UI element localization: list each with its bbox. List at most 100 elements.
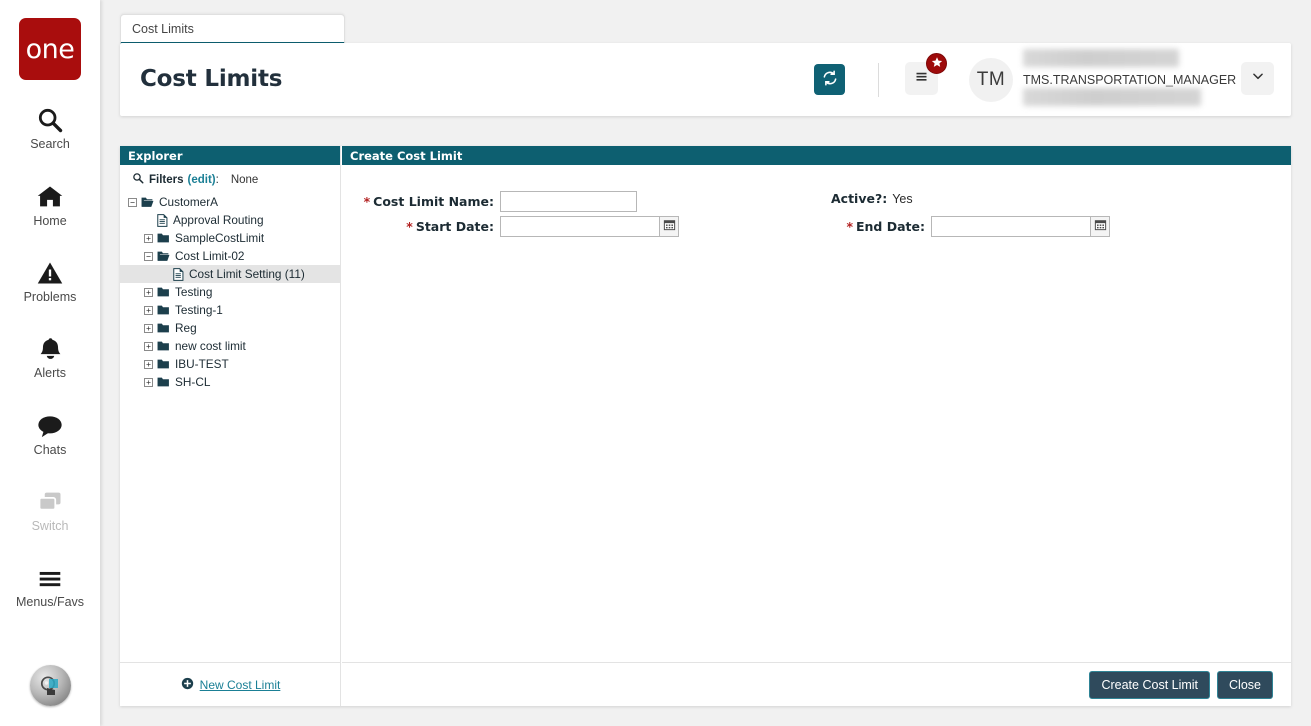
redacted-bar-bottom xyxy=(1023,88,1201,106)
sidebar-item-label: Alerts xyxy=(34,366,66,380)
tree-item-label: Testing-1 xyxy=(175,303,223,317)
search-icon xyxy=(132,172,144,187)
tree-item[interactable]: − Cost Limit-02 xyxy=(120,247,340,265)
warning-icon xyxy=(35,253,65,287)
tree-item[interactable]: + IBU-TEST xyxy=(120,355,340,373)
plus-circle-icon xyxy=(181,677,194,693)
tree-item-label: SH-CL xyxy=(175,375,211,389)
tree-item-label: new cost limit xyxy=(175,339,246,353)
tree-item[interactable]: + SampleCostLimit xyxy=(120,229,340,247)
active-label: Active?: xyxy=(831,191,888,206)
assistant-orb-icon[interactable] xyxy=(30,665,71,706)
tree-expand-toggle[interactable]: + xyxy=(144,287,153,297)
content-area: Explorer Filters (edit) : None − Customer… xyxy=(120,146,1291,706)
tree-expand-toggle[interactable]: + xyxy=(144,377,153,387)
document-icon xyxy=(157,213,168,227)
close-button[interactable]: Close xyxy=(1217,670,1273,699)
chat-icon xyxy=(35,406,65,440)
page-title: Cost Limits xyxy=(140,66,283,92)
end-date-label: * End Date: xyxy=(831,219,925,234)
star-icon xyxy=(931,55,943,73)
folder-icon xyxy=(157,286,170,298)
tree-item[interactable]: + Reg xyxy=(120,319,340,337)
application-root: one Search Home Problems Alerts Chats Sw… xyxy=(0,0,1311,726)
calendar-icon xyxy=(1094,218,1107,236)
filters-label: Filters xyxy=(149,173,184,186)
tree-item-label: IBU-TEST xyxy=(175,357,229,371)
active-value: Yes xyxy=(892,191,913,206)
start-date-input[interactable] xyxy=(500,216,660,237)
cost-limit-name-label: * Cost Limit Name: xyxy=(342,194,494,209)
hamburger-icon xyxy=(913,69,930,89)
left-sidebar: one Search Home Problems Alerts Chats Sw… xyxy=(0,0,100,726)
start-date-calendar-button[interactable] xyxy=(660,216,679,237)
tree-item-label: Reg xyxy=(175,321,197,335)
home-icon xyxy=(35,177,65,211)
field-row-active: Active?: Yes xyxy=(831,191,913,206)
sidebar-item-label: Chats xyxy=(33,443,67,457)
folder-icon xyxy=(157,322,170,334)
sidebar-item-switch[interactable]: Switch xyxy=(0,482,100,533)
field-row-cost-limit-name: * Cost Limit Name: xyxy=(342,191,637,212)
end-date-input[interactable] xyxy=(931,216,1091,237)
cost-limit-name-input[interactable] xyxy=(500,191,637,212)
page-header: Cost Limits TM TMS.TRANSPORTATION_MANAGE… xyxy=(120,43,1291,116)
user-menu-dropdown-button[interactable] xyxy=(1241,62,1274,95)
folder-icon xyxy=(157,232,170,244)
end-date-calendar-button[interactable] xyxy=(1091,216,1110,237)
tree-expand-toggle[interactable]: + xyxy=(144,341,153,351)
sidebar-item-home[interactable]: Home xyxy=(0,177,100,228)
form-panel-title: Create Cost Limit xyxy=(342,146,1291,165)
calendar-icon xyxy=(663,218,676,236)
sidebar-item-chats[interactable]: Chats xyxy=(0,406,100,457)
tree-item-label: CustomerA xyxy=(159,195,219,209)
explorer-tree: − CustomerA Approval Routing + SampleCostLim… xyxy=(120,193,340,391)
sidebar-item-problems[interactable]: Problems xyxy=(0,253,100,304)
username-label: TMS.TRANSPORTATION_MANAGER xyxy=(1023,73,1237,87)
favorites-badge[interactable] xyxy=(926,53,947,74)
refresh-button[interactable] xyxy=(814,64,845,95)
sidebar-item-menus-favs[interactable]: Menus/Favs xyxy=(0,558,100,609)
tree-expand-toggle[interactable]: + xyxy=(144,305,153,315)
tree-expand-toggle[interactable]: + xyxy=(144,323,153,333)
create-cost-limit-button[interactable]: Create Cost Limit xyxy=(1089,670,1211,699)
form-footer: Create Cost Limit Close xyxy=(342,662,1291,706)
tree-item[interactable]: + new cost limit xyxy=(120,337,340,355)
logo-text: one xyxy=(25,33,75,65)
field-row-start-date: * Start Date: xyxy=(342,216,679,237)
avatar[interactable]: TM xyxy=(969,58,1013,102)
filters-edit-link[interactable]: (edit) xyxy=(188,174,216,186)
sidebar-item-label: Search xyxy=(30,137,70,151)
tree-collapse-toggle[interactable]: − xyxy=(128,197,137,207)
tab-strip: Cost Limits xyxy=(100,0,1311,45)
one-logo[interactable]: one xyxy=(19,18,81,80)
required-asterisk: * xyxy=(406,219,413,234)
tab-label: Cost Limits xyxy=(132,21,194,36)
tree-collapse-toggle[interactable]: − xyxy=(144,251,153,261)
tree-expand-toggle[interactable]: + xyxy=(144,233,153,243)
tree-expand-toggle[interactable]: + xyxy=(144,359,153,369)
create-cost-limit-panel: Create Cost Limit * Cost Limit Name: * Sta… xyxy=(342,146,1291,706)
sidebar-item-search[interactable]: Search xyxy=(0,100,100,151)
new-cost-limit-link[interactable]: New Cost Limit xyxy=(181,677,281,693)
tree-item[interactable]: Cost Limit Setting (11) xyxy=(120,265,340,283)
tab-cost-limits[interactable]: Cost Limits xyxy=(120,14,345,45)
sidebar-item-alerts[interactable]: Alerts xyxy=(0,329,100,380)
sidebar-item-label: Home xyxy=(33,214,67,228)
refresh-icon xyxy=(821,69,839,90)
tree-item[interactable]: + SH-CL xyxy=(120,373,340,391)
chevron-down-icon xyxy=(1251,69,1265,88)
tree-item[interactable]: − CustomerA xyxy=(120,193,340,211)
tree-item-label: Cost Limit Setting (11) xyxy=(189,267,305,281)
sidebar-item-label: Menus/Favs xyxy=(15,595,85,609)
tree-item[interactable]: Approval Routing xyxy=(120,211,340,229)
tree-item[interactable]: + Testing xyxy=(120,283,340,301)
explorer-footer: New Cost Limit xyxy=(120,662,341,706)
tree-item[interactable]: + Testing-1 xyxy=(120,301,340,319)
folder-open-icon xyxy=(141,196,154,208)
folder-open-icon xyxy=(157,250,170,262)
new-cost-limit-label: New Cost Limit xyxy=(199,677,281,692)
sidebar-item-label: Problems xyxy=(23,290,77,304)
folder-icon xyxy=(157,304,170,316)
